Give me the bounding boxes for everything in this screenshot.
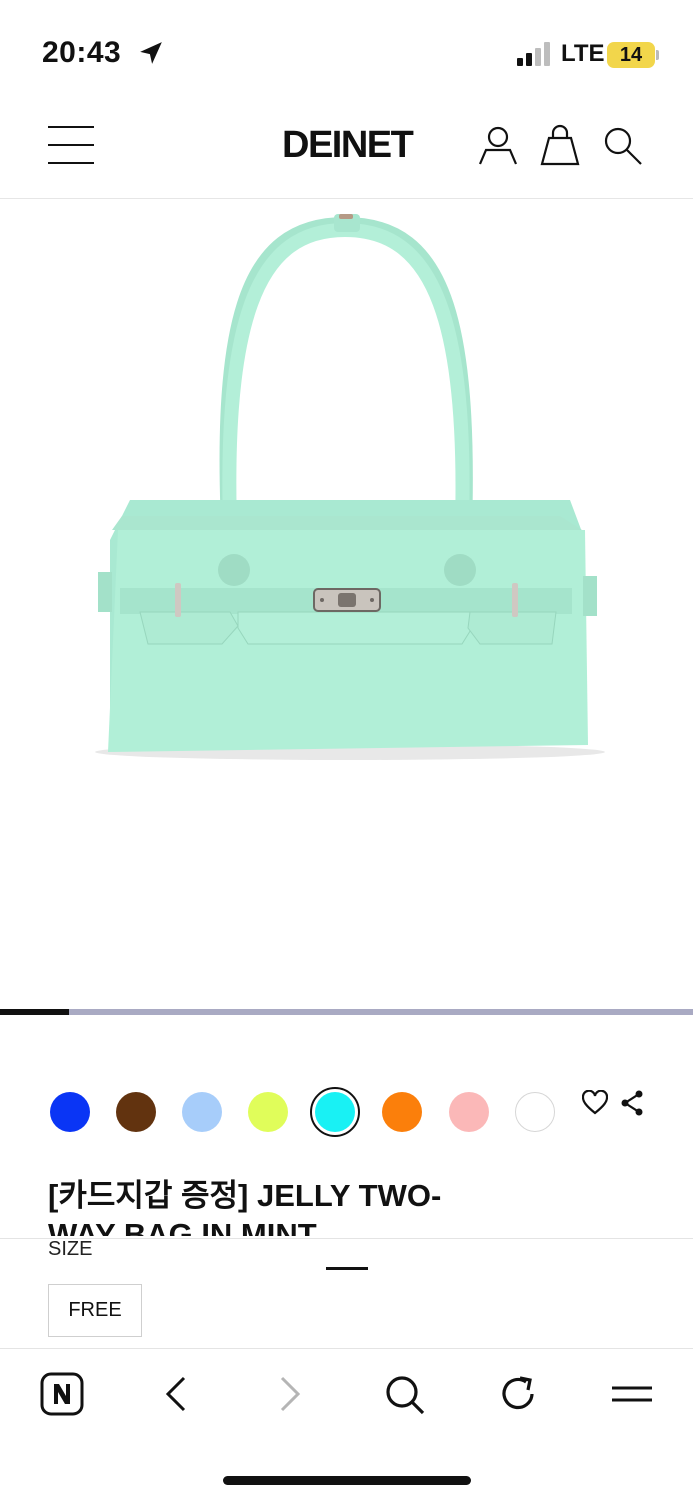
product-image[interactable]: [0, 200, 693, 1005]
battery-icon: 14: [607, 42, 655, 68]
reload-icon[interactable]: [496, 1372, 540, 1416]
search-icon[interactable]: [382, 1372, 426, 1416]
shopping-bag-icon[interactable]: [540, 124, 580, 166]
color-swatch-cyan[interactable]: [310, 1087, 360, 1137]
back-icon[interactable]: [154, 1372, 198, 1416]
share-icon[interactable]: [620, 1090, 644, 1116]
brand-logo[interactable]: DEINET: [282, 124, 414, 167]
heart-icon[interactable]: [582, 1090, 608, 1116]
size-label: SIZE: [48, 1238, 93, 1260]
carousel-progress-track: [0, 1009, 693, 1015]
color-swatch-orange[interactable]: [382, 1092, 422, 1132]
menu-icon[interactable]: [48, 126, 94, 166]
options-sheet-divider: [0, 1238, 693, 1239]
user-icon[interactable]: [478, 124, 518, 166]
header-divider: [0, 198, 693, 199]
cellular-signal-icon: [517, 42, 550, 66]
color-swatch-lime[interactable]: [248, 1092, 288, 1132]
sheet-drag-handle[interactable]: [326, 1267, 368, 1270]
status-time: 20:43: [42, 36, 122, 69]
naver-home-icon[interactable]: [40, 1372, 84, 1416]
product-title: [카드지갑 증정] JELLY TWO-WAY BAG IN MINT: [48, 1178, 442, 1236]
color-swatch-pink[interactable]: [449, 1092, 489, 1132]
color-swatch-blue[interactable]: [50, 1092, 90, 1132]
carousel-progress-fill: [0, 1009, 70, 1015]
search-icon[interactable]: [603, 126, 643, 166]
battery-cap: [656, 50, 659, 60]
size-option-free[interactable]: FREE: [48, 1284, 142, 1337]
forward-icon[interactable]: [268, 1372, 312, 1416]
color-swatch-white[interactable]: [515, 1092, 555, 1132]
network-type: LTE: [561, 40, 605, 67]
color-swatch-brown[interactable]: [116, 1092, 156, 1132]
location-arrow-icon: [140, 42, 162, 64]
color-swatch-light-blue[interactable]: [182, 1092, 222, 1132]
menu-icon[interactable]: [610, 1372, 654, 1416]
home-indicator: [223, 1476, 471, 1485]
